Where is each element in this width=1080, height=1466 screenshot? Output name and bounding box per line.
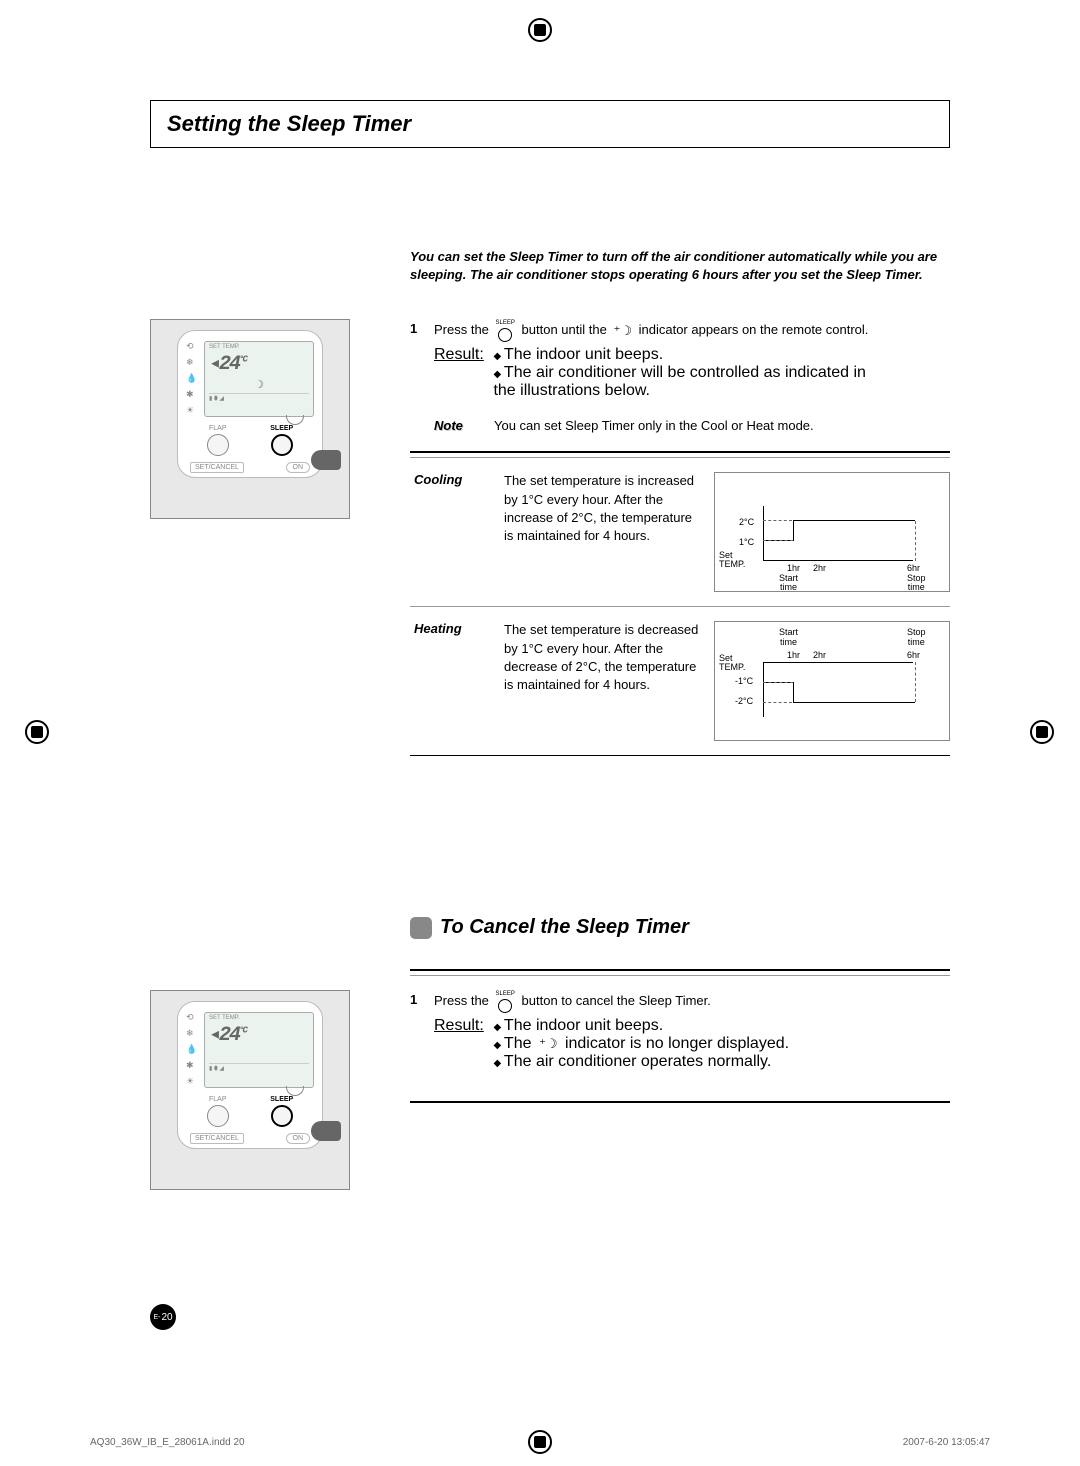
heating-chart: Starttime Stoptime SetTEMP. 1hr 2hr 6hr … (714, 621, 950, 741)
page-number: E-20 (150, 1304, 176, 1330)
footer-timestamp: 2007-6-20 13:05:47 (903, 1437, 990, 1448)
page: Setting the Sleep Timer You can set the … (0, 0, 1080, 1400)
result-item: The air conditioner operates normally. (493, 1053, 873, 1071)
sleep-button (271, 434, 293, 456)
heating-desc: The set temperature is decreased by 1°C … (504, 621, 704, 694)
note: Note You can set Sleep Timer only in the… (434, 418, 950, 433)
step-number: 1 (410, 319, 434, 339)
heating-section: Heating The set temperature is decreased… (410, 621, 950, 741)
stop-time-label: Stoptime (907, 574, 926, 594)
fan-icon: ✱ (186, 389, 200, 401)
result-item: The indoor unit beeps. (493, 1017, 873, 1035)
auto-icon: ⟲ (186, 1012, 200, 1024)
sleep-label: SLEEP (270, 425, 293, 432)
finger-pointer-icon (311, 450, 341, 470)
result-label: Result: (434, 346, 489, 364)
flap-label: FLAP (207, 425, 229, 432)
lcd-temp: ◂24°C (209, 350, 309, 376)
sun-icon: ☀ (186, 405, 200, 417)
remote-illustration: ⟲ ❄ 💧 ✱ ☀ SET TEMP. ◂24°C ☽ ▮ ⬮ ◢ (150, 319, 350, 519)
page-title-bar: Setting the Sleep Timer (150, 100, 950, 148)
sun-icon: ☀ (186, 1076, 200, 1088)
snowflake-icon: ❄ (186, 357, 200, 369)
divider (410, 457, 950, 458)
cancel-step-result: Result: The indoor unit beeps. The ⁺☽ in… (410, 1017, 950, 1071)
set-cancel-label: SET/CANCEL (190, 462, 244, 473)
sleep-button (271, 1105, 293, 1127)
axis-label: SetTEMP. (719, 654, 745, 672)
cancel-step: 1 Press the SLEEP button to cancel the S… (410, 990, 950, 1013)
flap-button (207, 434, 229, 456)
sleep-button-inline-icon: SLEEP (496, 990, 515, 1013)
heating-label: Heating (414, 621, 504, 636)
moon-icon: ☽ (209, 378, 309, 391)
cooling-section: Cooling The set temperature is increased… (410, 472, 950, 592)
note-label: Note (434, 418, 494, 433)
cooling-label: Cooling (414, 472, 504, 487)
note-text: You can set Sleep Timer only in the Cool… (494, 418, 814, 433)
signal-arc-icon (286, 415, 304, 425)
droplet-icon: 💧 (186, 1044, 200, 1056)
flap-button (207, 1105, 229, 1127)
footer: AQ30_36W_IB_E_28061A.indd 20 2007-6-20 1… (0, 1437, 1080, 1448)
result-item: The ⁺☽ indicator is no longer displayed. (493, 1035, 873, 1053)
step-number: 1 (410, 990, 434, 1010)
cooling-chart: 2°C 1°C SetTEMP. 1hr 2hr 6hr Starttime S… (714, 472, 950, 592)
remote-illustration: ⟲ ❄ 💧 ✱ ☀ SET TEMP. ◂24°C ▮ ⬮ ◢ (150, 990, 350, 1190)
auto-icon: ⟲ (186, 341, 200, 353)
cooling-desc: The set temperature is increased by 1°C … (504, 472, 704, 545)
cancel-step-row: ⟲ ❄ 💧 ✱ ☀ SET TEMP. ◂24°C ▮ ⬮ ◢ (150, 990, 950, 1190)
step-1-result: Result: The indoor unit beeps. The air c… (410, 346, 950, 400)
sleep-indicator-icon: ⁺☽ (539, 1036, 558, 1052)
snowflake-icon: ❄ (186, 1028, 200, 1040)
lcd-temp: ◂24°C (209, 1021, 309, 1047)
finger-pointer-icon (311, 1121, 341, 1141)
step-1-row: ⟲ ❄ 💧 ✱ ☀ SET TEMP. ◂24°C ☽ ▮ ⬮ ◢ (150, 319, 950, 896)
cancel-subtitle-row: To Cancel the Sleep Timer (410, 916, 950, 939)
stop-time-label: Stoptime (907, 628, 926, 648)
divider (410, 975, 950, 976)
result-item: The indoor unit beeps. (493, 346, 873, 364)
fan-icon: ✱ (186, 1060, 200, 1072)
divider (410, 755, 950, 756)
subtitle-badge-icon (410, 917, 432, 939)
step-1: 1 Press the SLEEP button until the ⁺☽ in… (410, 319, 950, 342)
divider (410, 606, 950, 607)
page-title: Setting the Sleep Timer (167, 111, 411, 136)
on-label: ON (286, 462, 311, 473)
lcd-status-icons: ▮ ⬮ ◢ (209, 393, 309, 403)
footer-file: AQ30_36W_IB_E_28061A.indd 20 (90, 1437, 245, 1448)
intro-text: You can set the Sleep Timer to turn off … (410, 248, 950, 284)
divider (410, 969, 950, 971)
result-label: Result: (434, 1017, 489, 1035)
sleep-indicator-icon: ⁺☽ (613, 321, 632, 341)
start-time-label: Starttime (779, 574, 798, 594)
result-item: The air conditioner will be controlled a… (493, 364, 873, 400)
signal-arc-icon (286, 1086, 304, 1096)
droplet-icon: 💧 (186, 373, 200, 385)
start-time-label: Starttime (779, 628, 798, 648)
sleep-button-inline-icon: SLEEP (496, 319, 515, 342)
divider (410, 1101, 950, 1103)
cancel-subtitle: To Cancel the Sleep Timer (440, 916, 689, 939)
axis-label: SetTEMP. (719, 551, 745, 569)
divider (410, 451, 950, 453)
